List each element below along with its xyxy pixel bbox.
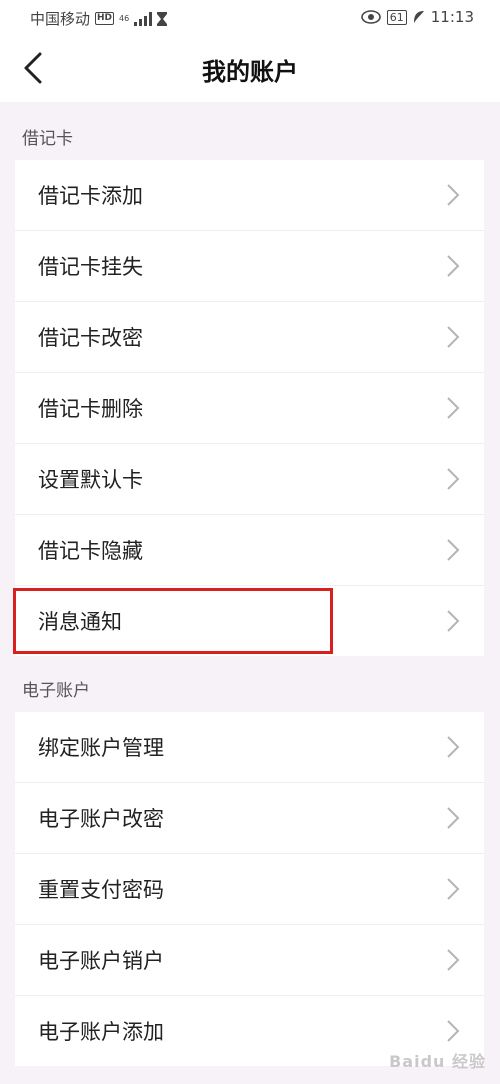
list-item-debit-card-add[interactable]: 借记卡添加 bbox=[15, 160, 484, 231]
hd-badge: HD bbox=[95, 12, 115, 25]
list-item-e-account-change-password[interactable]: 电子账户改密 bbox=[15, 783, 484, 854]
list-item-label: 借记卡挂失 bbox=[38, 255, 143, 279]
section-label-debit-card: 借记卡 bbox=[22, 129, 73, 149]
status-left: 中国移动 HD 46 bbox=[30, 8, 168, 29]
list-item-debit-card-delete[interactable]: 借记卡删除 bbox=[15, 373, 484, 444]
list-item-label: 设置默认卡 bbox=[38, 468, 143, 492]
chevron-right-icon bbox=[447, 736, 460, 758]
leaf-icon bbox=[413, 11, 424, 23]
page-title: 我的账户 bbox=[202, 58, 298, 86]
list-item-label: 电子账户销户 bbox=[38, 949, 164, 973]
list-item-label: 电子账户改密 bbox=[38, 807, 164, 831]
chevron-right-icon bbox=[447, 468, 460, 490]
list-item-debit-card-change-password[interactable]: 借记卡改密 bbox=[15, 302, 484, 373]
chevron-right-icon bbox=[447, 807, 460, 829]
chevron-right-icon bbox=[447, 1020, 460, 1042]
list-item-label: 电子账户添加 bbox=[38, 1020, 164, 1044]
carrier-name: 中国移动 bbox=[30, 10, 91, 28]
network-type-label: 46 bbox=[119, 13, 130, 23]
list-item-label: 重置支付密码 bbox=[38, 878, 164, 902]
chevron-right-icon bbox=[447, 326, 460, 348]
chevron-right-icon bbox=[447, 539, 460, 561]
section-label-e-account: 电子账户 bbox=[22, 681, 90, 701]
hourglass-icon bbox=[157, 11, 168, 26]
chevron-right-icon bbox=[447, 878, 460, 900]
clock: 11:13 bbox=[430, 8, 474, 26]
list-item-message-notification[interactable]: 消息通知 bbox=[15, 586, 484, 656]
status-right: 61 11:13 bbox=[360, 8, 474, 26]
network-type: 46 bbox=[119, 13, 130, 23]
signal-icon bbox=[134, 11, 153, 26]
chevron-right-icon bbox=[447, 397, 460, 419]
list-item-label: 借记卡添加 bbox=[38, 184, 143, 208]
list-item-label: 借记卡删除 bbox=[38, 397, 143, 421]
e-account-list: 绑定账户管理 电子账户改密 重置支付密码 电子账户销户 电子账户添加 bbox=[15, 712, 484, 1066]
list-item-e-account-close[interactable]: 电子账户销户 bbox=[15, 925, 484, 996]
list-item-reset-payment-password[interactable]: 重置支付密码 bbox=[15, 854, 484, 925]
chevron-right-icon bbox=[447, 184, 460, 206]
list-item-debit-card-report-loss[interactable]: 借记卡挂失 bbox=[15, 231, 484, 302]
chevron-right-icon bbox=[447, 610, 460, 632]
eye-icon bbox=[360, 10, 381, 24]
list-item-debit-card-hide[interactable]: 借记卡隐藏 bbox=[15, 515, 484, 586]
debit-card-list: 借记卡添加 借记卡挂失 借记卡改密 借记卡删除 设置默认卡 借记卡隐藏 消息通知 bbox=[15, 160, 484, 656]
chevron-right-icon bbox=[447, 255, 460, 277]
chevron-right-icon bbox=[447, 949, 460, 971]
watermark: Baidu 经验 bbox=[389, 1052, 486, 1071]
status-bar: 中国移动 HD 46 61 11:13 bbox=[0, 0, 500, 36]
list-item-label: 借记卡改密 bbox=[38, 326, 143, 350]
app-header: 我的账户 bbox=[0, 36, 500, 102]
list-item-label: 借记卡隐藏 bbox=[38, 539, 143, 563]
battery-indicator: 61 bbox=[386, 9, 407, 25]
list-item-label: 消息通知 bbox=[38, 610, 122, 634]
list-item-set-default-card[interactable]: 设置默认卡 bbox=[15, 444, 484, 515]
list-item-label: 绑定账户管理 bbox=[38, 736, 164, 760]
list-item-linked-account-management[interactable]: 绑定账户管理 bbox=[15, 712, 484, 783]
